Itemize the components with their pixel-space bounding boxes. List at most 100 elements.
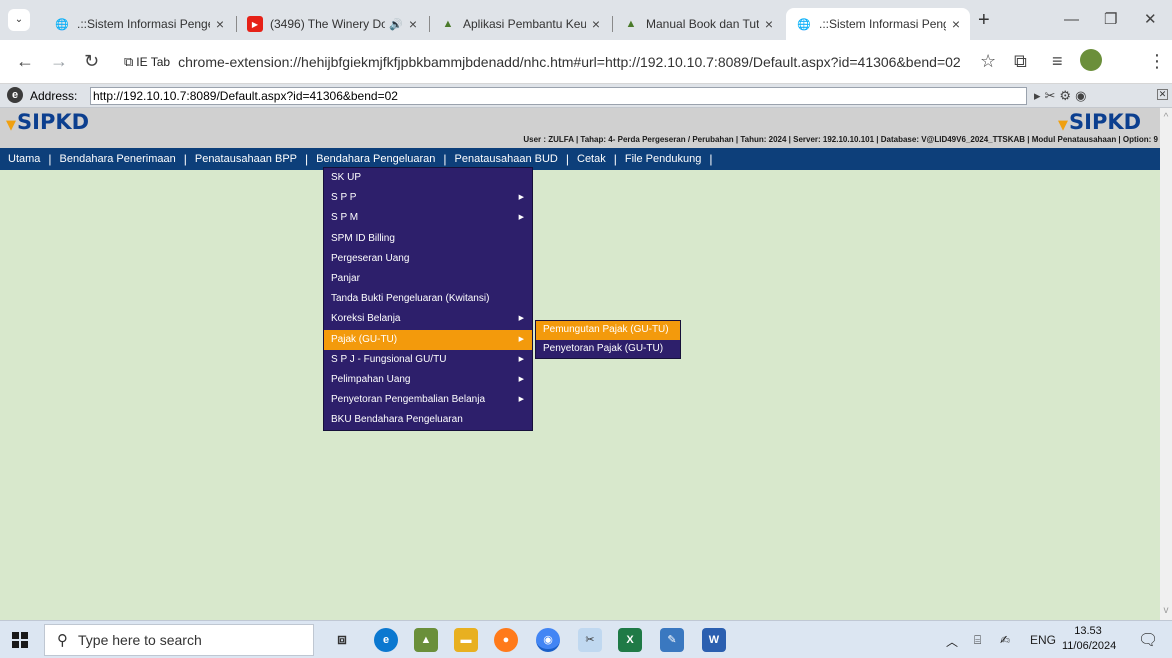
youtube-icon: ▶ bbox=[247, 16, 263, 32]
edge-browser-icon[interactable]: e bbox=[374, 628, 398, 652]
scroll-up-icon[interactable]: ^ bbox=[1160, 112, 1172, 123]
dropdown-item-label: S P M bbox=[331, 212, 359, 224]
submenu-arrow-icon: ▶ bbox=[518, 355, 524, 363]
menu-penatausahaan-bpp[interactable]: Penatausahaan BPP bbox=[187, 148, 305, 170]
forward-arrow-icon[interactable]: → bbox=[50, 51, 68, 71]
snipping-tool-icon[interactable]: ✂ bbox=[578, 628, 602, 652]
menu-bendahara-penerimaan[interactable]: Bendahara Penerimaan bbox=[52, 148, 184, 170]
omnibox[interactable]: ⧉ IE Tab chrome-extension://hehijbfgiekm… bbox=[116, 47, 1008, 77]
globe-icon: 🌐 bbox=[797, 18, 811, 31]
submenu-arrow-icon: ▶ bbox=[518, 375, 524, 383]
brand-text: SIPKD bbox=[1069, 110, 1142, 134]
speaker-icon[interactable]: 🔊 bbox=[389, 18, 403, 31]
dropdown-item-pelimpahan-uang[interactable]: Pelimpahan Uang ▶ bbox=[324, 370, 532, 390]
app-pinned-icon[interactable]: ▲ bbox=[414, 628, 438, 652]
menu-cetak[interactable]: Cetak bbox=[569, 148, 614, 170]
dropdown-item-pergeseran-uang[interactable]: Pergeseran Uang bbox=[324, 249, 532, 269]
browser-tab-5-active[interactable]: 🌐 .::Sistem Informasi Pengelolaan × bbox=[786, 8, 970, 40]
ie-tab-chip[interactable]: ⧉ IE Tab bbox=[124, 54, 178, 70]
ie-address-input[interactable]: http://192.10.10.7:8089/Default.aspx?id=… bbox=[90, 87, 1027, 105]
submenu-item-pemungutan-pajak[interactable]: Pemungutan Pajak (GU-TU) bbox=[536, 321, 680, 340]
minimize-icon[interactable]: — bbox=[1064, 10, 1079, 30]
submenu-arrow-icon: ▶ bbox=[518, 315, 524, 323]
sipkd-logo-right: ▼SIPKD bbox=[1058, 110, 1141, 134]
menu-utama[interactable]: Utama bbox=[0, 148, 48, 170]
tab-title: Manual Book dan Tutorial bbox=[646, 17, 759, 31]
reading-list-icon[interactable]: ≡ bbox=[1052, 51, 1063, 71]
submenu-arrow-icon: ▶ bbox=[518, 214, 524, 222]
network-icon[interactable]: ⌸ bbox=[974, 633, 981, 648]
browser-tab-4[interactable]: ▲ Manual Book dan Tutorial × bbox=[613, 8, 783, 40]
tray-chevron-icon[interactable]: ︿ bbox=[946, 633, 958, 650]
dropdown-item-koreksi-belanja[interactable]: Koreksi Belanja ▶ bbox=[324, 309, 532, 329]
firefox-icon[interactable]: ● bbox=[494, 628, 518, 652]
dropdown-item-spm-id-billing[interactable]: SPM ID Billing bbox=[324, 229, 532, 249]
dropdown-item-label: Pelimpahan Uang bbox=[331, 373, 411, 385]
back-arrow-icon[interactable]: ← bbox=[16, 51, 34, 71]
notepad-icon[interactable]: ✎ bbox=[660, 628, 684, 652]
chrome-icon[interactable]: ◉ bbox=[536, 628, 560, 652]
search-placeholder: Type here to search bbox=[78, 632, 202, 648]
close-icon[interactable]: × bbox=[952, 16, 960, 32]
brand-text: SIPKD bbox=[17, 110, 90, 134]
dropdown-item-tanda-bukti[interactable]: Tanda Bukti Pengeluaran (Kwitansi) bbox=[324, 289, 532, 309]
ie-tools-icons[interactable]: ▸✂⚙◉ bbox=[1034, 88, 1090, 104]
browser-tab-2[interactable]: ▶ (3496) The Winery Dogs 🔊 × bbox=[237, 8, 427, 40]
dropdown-item-spm[interactable]: S P M ▶ bbox=[324, 208, 532, 228]
page-scrollbar[interactable]: ^ v bbox=[1160, 108, 1172, 620]
dropdown-item-pajak-gu-tu[interactable]: Pajak (GU-TU) ▶ bbox=[324, 329, 532, 350]
search-icon: ⚲ bbox=[57, 632, 68, 649]
extensions-icon[interactable]: ⧉ bbox=[1014, 51, 1027, 71]
dropdown-item-spp[interactable]: S P P ▶ bbox=[324, 188, 532, 208]
windows-start-icon[interactable] bbox=[12, 632, 28, 648]
dropdown-item-label: BKU Bendahara Pengeluaran bbox=[331, 414, 463, 426]
scroll-down-icon[interactable]: v bbox=[1160, 605, 1172, 616]
menu-file-pendukung[interactable]: File Pendukung bbox=[617, 148, 709, 170]
new-tab-button[interactable]: + bbox=[978, 10, 990, 30]
dropdown-item-sk-up[interactable]: SK UP bbox=[324, 168, 532, 188]
browser-tab-1[interactable]: 🌐 .::Sistem Informasi Pengelolaan × bbox=[44, 8, 234, 40]
bookmark-star-icon[interactable]: ☆ bbox=[980, 51, 996, 72]
window-close-icon[interactable]: ✕ bbox=[1144, 10, 1157, 30]
close-icon[interactable]: × bbox=[409, 16, 417, 32]
pajak-submenu: Pemungutan Pajak (GU-TU) Penyetoran Paja… bbox=[535, 320, 681, 359]
close-icon[interactable]: × bbox=[216, 16, 224, 32]
dropdown-item-spj-fungsional[interactable]: S P J - Fungsional GU/TU ▶ bbox=[324, 350, 532, 370]
tab-title: (3496) The Winery Dogs bbox=[270, 17, 386, 31]
clock[interactable]: 13.53 11/06/2024 bbox=[1062, 624, 1117, 654]
submenu-arrow-icon: ▶ bbox=[518, 335, 524, 343]
dropdown-item-label: Koreksi Belanja bbox=[331, 313, 401, 325]
submenu-item-penyetoran-pajak[interactable]: Penyetoran Pajak (GU-TU) bbox=[536, 340, 680, 359]
dropdown-item-bku-bendahara[interactable]: BKU Bendahara Pengeluaran bbox=[324, 410, 532, 430]
submenu-arrow-icon: ▶ bbox=[518, 396, 524, 404]
file-explorer-icon[interactable]: ▬ bbox=[454, 628, 478, 652]
language-indicator[interactable]: ENG bbox=[1030, 633, 1056, 647]
kebab-menu-icon[interactable]: ⋮ bbox=[1148, 51, 1166, 71]
ie-close-icon[interactable]: ✕ bbox=[1157, 89, 1168, 100]
browser-tab-strip: ⌄ 🌐 .::Sistem Informasi Pengelolaan × ▶ … bbox=[0, 0, 1172, 40]
app-icon: ▲ bbox=[625, 18, 637, 30]
dropdown-item-label: SPM ID Billing bbox=[331, 232, 395, 244]
restore-icon[interactable]: ❐ bbox=[1104, 10, 1117, 30]
excel-icon[interactable]: X bbox=[618, 628, 642, 652]
logo-triangle-icon: ▼ bbox=[6, 118, 16, 133]
dropdown-item-label: Tanda Bukti Pengeluaran (Kwitansi) bbox=[331, 293, 490, 305]
task-view-icon[interactable]: ⧈ bbox=[330, 628, 354, 652]
dropdown-item-penyetoran-pengembalian[interactable]: Penyetoran Pengembalian Belanja ▶ bbox=[324, 390, 532, 410]
dropdown-item-panjar[interactable]: Panjar bbox=[324, 269, 532, 289]
profile-avatar[interactable] bbox=[1080, 49, 1102, 71]
notification-icon[interactable]: 🗨 bbox=[1138, 630, 1158, 650]
extension-icon: ⧉ bbox=[124, 54, 134, 69]
clock-date: 11/06/2024 bbox=[1062, 640, 1117, 652]
tab-title: .::Sistem Informasi Pengelolaan bbox=[819, 17, 946, 31]
taskbar-search-box[interactable]: ⚲ Type here to search bbox=[44, 624, 314, 656]
tab-search-button[interactable]: ⌄ bbox=[8, 9, 30, 31]
ie-tab-address-bar: e Address: http://192.10.10.7:8089/Defau… bbox=[0, 84, 1172, 108]
close-icon[interactable]: × bbox=[765, 16, 773, 32]
omnibox-url[interactable]: chrome-extension://hehijbfgiekmjfkfjpbkb… bbox=[178, 54, 961, 70]
word-icon[interactable]: W bbox=[702, 628, 726, 652]
pen-icon[interactable]: ✍ bbox=[1000, 633, 1010, 647]
reload-icon[interactable]: ↻ bbox=[84, 51, 99, 71]
close-icon[interactable]: × bbox=[592, 16, 600, 32]
browser-tab-3[interactable]: ▲ Aplikasi Pembantu Keuangan × bbox=[430, 8, 610, 40]
